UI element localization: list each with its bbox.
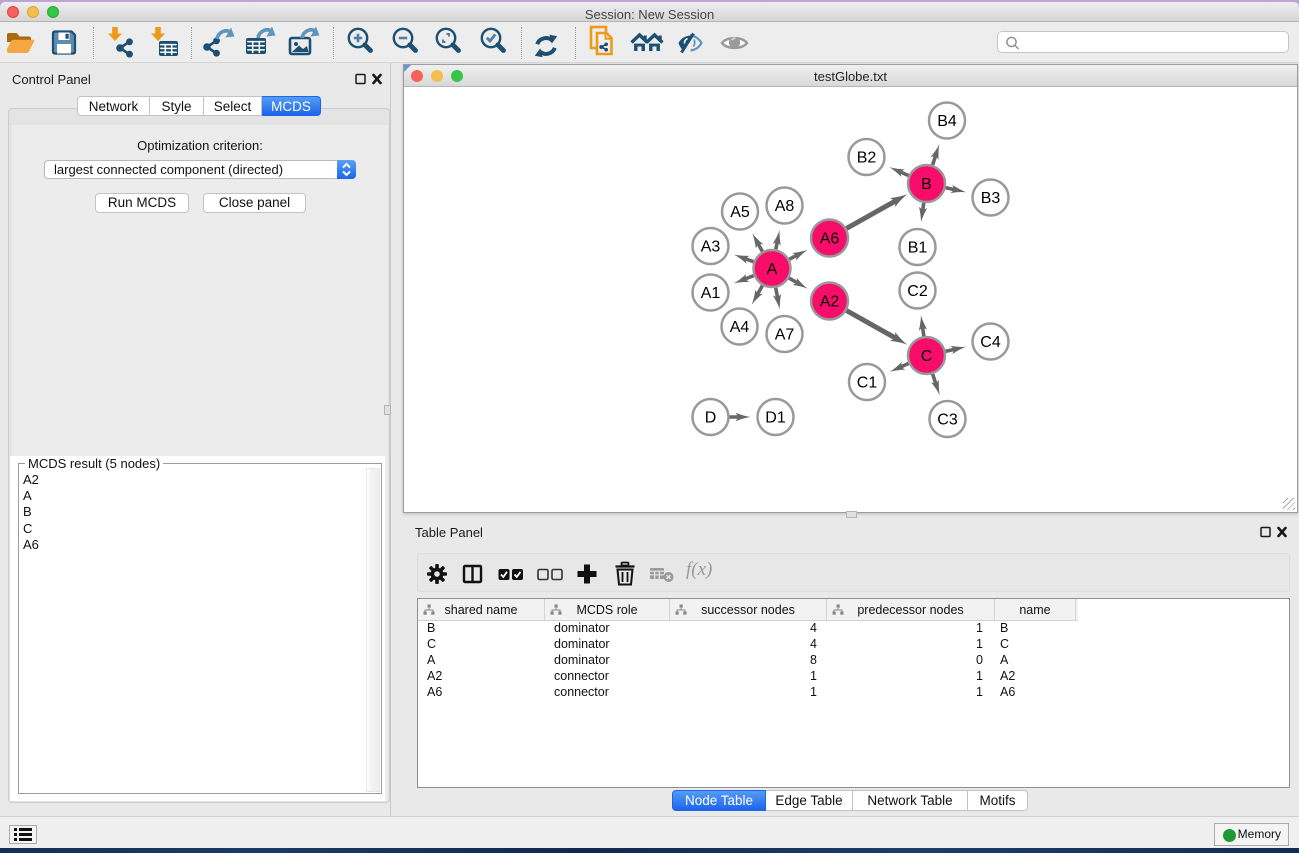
svg-text:A6: A6 xyxy=(820,231,840,248)
svg-text:B2: B2 xyxy=(857,150,877,167)
svg-text:C: C xyxy=(921,348,933,365)
svg-text:D1: D1 xyxy=(765,410,786,427)
svg-text:A5: A5 xyxy=(730,204,750,221)
svg-text:C1: C1 xyxy=(857,375,878,392)
svg-text:B4: B4 xyxy=(937,113,957,130)
svg-text:A8: A8 xyxy=(775,198,795,215)
svg-text:B1: B1 xyxy=(908,240,928,257)
svg-text:A4: A4 xyxy=(730,319,750,336)
svg-text:C3: C3 xyxy=(937,412,958,429)
svg-text:D: D xyxy=(705,410,717,427)
svg-text:B: B xyxy=(921,176,932,193)
svg-text:A1: A1 xyxy=(701,285,721,302)
svg-text:A2: A2 xyxy=(820,294,840,311)
svg-text:A3: A3 xyxy=(701,239,721,256)
svg-text:B3: B3 xyxy=(981,190,1001,207)
svg-text:C2: C2 xyxy=(907,283,928,300)
svg-text:C4: C4 xyxy=(980,334,1001,351)
svg-text:A7: A7 xyxy=(775,327,795,344)
svg-text:A: A xyxy=(767,261,778,278)
